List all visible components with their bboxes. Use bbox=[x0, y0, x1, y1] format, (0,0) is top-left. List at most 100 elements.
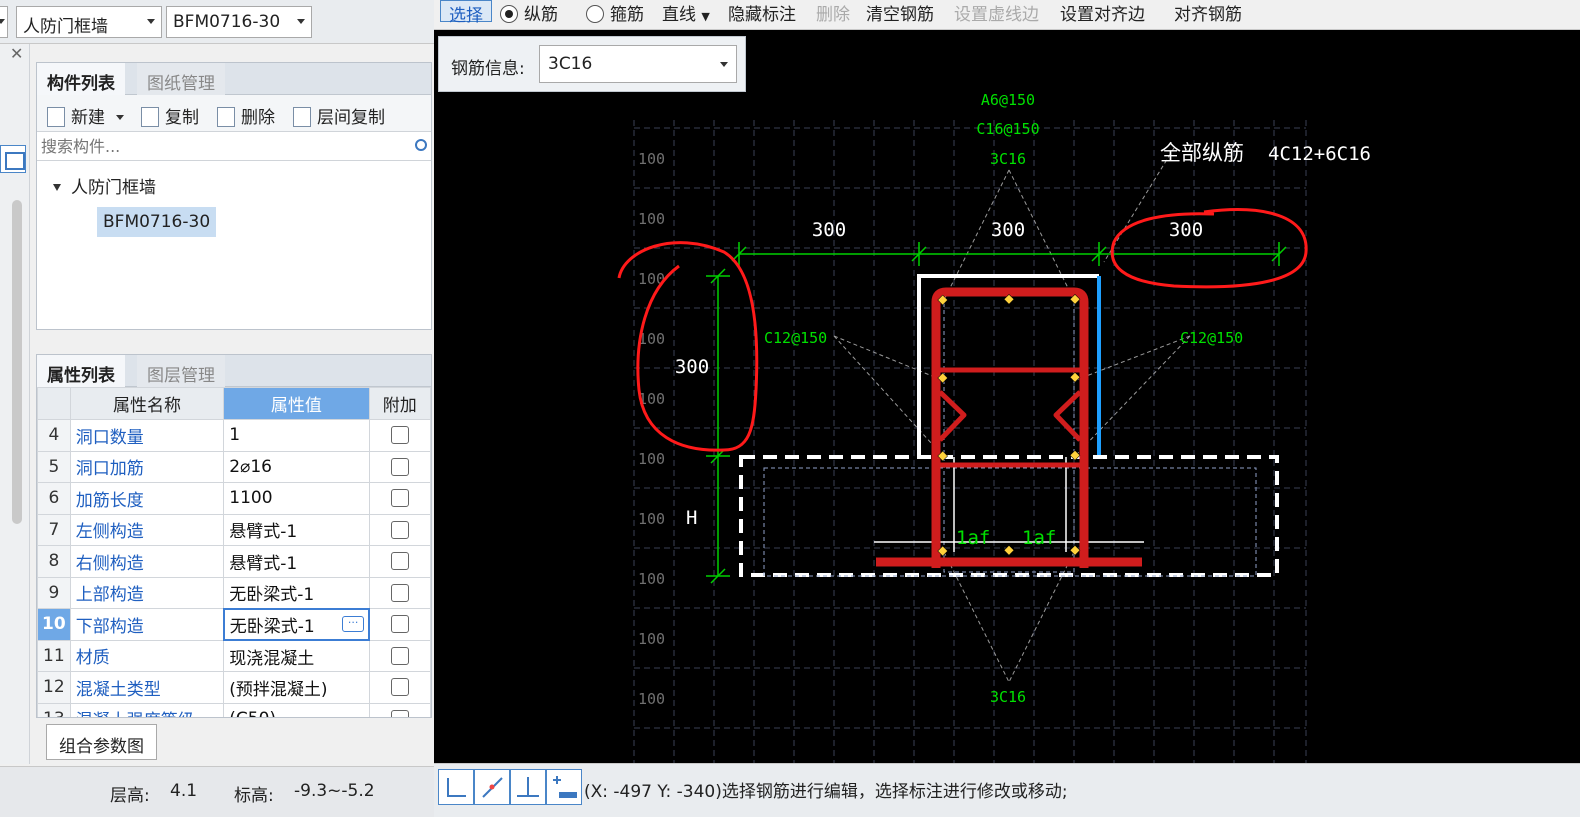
name-combo[interactable]: BFM0716-30 bbox=[166, 6, 312, 38]
expand-triangle-icon[interactable] bbox=[53, 184, 61, 191]
drawing-canvas[interactable]: 100 100 100 100 100 100 100 100 100 100 bbox=[434, 30, 1580, 763]
rebar-info-box: 钢筋信息: 3C16 bbox=[438, 36, 746, 92]
long-rebar-radio[interactable]: 纵筋 bbox=[500, 0, 558, 25]
left-side-rebar-label[interactable]: C12@150 bbox=[764, 329, 827, 347]
h-label[interactable]: H bbox=[686, 507, 697, 529]
tree-node-root[interactable]: 人防门框墙 bbox=[53, 173, 156, 198]
prop-value[interactable]: (预拌混凝土) bbox=[223, 671, 370, 704]
align-rebar-button[interactable]: 对齐钢筋 bbox=[1174, 0, 1242, 25]
elevation-value: -9.3~-5.2 bbox=[294, 781, 375, 801]
row-num: 7 bbox=[37, 513, 71, 546]
prop-name: 洞口加筋 bbox=[69, 450, 225, 483]
search-input[interactable] bbox=[37, 132, 397, 160]
offset-snap-button[interactable] bbox=[546, 769, 582, 805]
attach-checkbox[interactable] bbox=[390, 552, 409, 571]
attach-checkbox[interactable] bbox=[390, 520, 409, 539]
tab-drawing-management[interactable]: 图纸管理 bbox=[137, 63, 225, 95]
attach-checkbox[interactable] bbox=[390, 678, 409, 697]
section-drawing[interactable]: 100 100 100 100 100 100 100 100 100 100 bbox=[434, 30, 1580, 763]
left-panel: 人防门框墙 BFM0716-30 ✕ 构件列表 图纸管理 新建 复制 删除 层间… bbox=[0, 0, 434, 817]
chevron-down-icon bbox=[297, 19, 305, 24]
set-align-edge-button[interactable]: 设置对齐边 bbox=[1060, 0, 1145, 25]
delete-rebar-button[interactable]: 删除 bbox=[816, 0, 850, 25]
type-combo[interactable]: 人防门框墙 bbox=[16, 6, 162, 38]
prop-value[interactable]: 悬臂式-1 bbox=[223, 545, 370, 578]
property-table: 属性名称 属性值 附加 4 洞口数量 1 5 洞口加筋 2⌀16 6 加筋长度 … bbox=[37, 387, 431, 717]
attach-checkbox[interactable] bbox=[390, 583, 409, 602]
attach-checkbox[interactable] bbox=[391, 615, 410, 634]
table-row-selected[interactable]: 10 下部构造 无卧梁式-1 ··· bbox=[37, 607, 431, 641]
top-mid-label[interactable]: C16@150 bbox=[976, 120, 1039, 138]
prop-value[interactable]: 2⌀16 bbox=[223, 450, 370, 483]
orthogonal-snap-button[interactable] bbox=[438, 769, 474, 805]
laf-left-label[interactable]: 1af bbox=[956, 527, 990, 549]
table-row[interactable]: 8 右侧构造 悬臂式-1 bbox=[37, 545, 431, 578]
table-row[interactable]: 9 上部构造 无卧梁式-1 bbox=[37, 576, 431, 609]
select-button[interactable]: 选择 bbox=[440, 0, 492, 26]
table-row[interactable]: 6 加筋长度 1100 bbox=[37, 482, 431, 515]
prop-value[interactable]: 悬臂式-1 bbox=[223, 513, 370, 546]
app-window: 人防门框墙 BFM0716-30 ✕ 构件列表 图纸管理 新建 复制 删除 层间… bbox=[0, 0, 1580, 817]
dim-width-mid[interactable]: 300 bbox=[991, 219, 1025, 241]
right-side-rebar-label[interactable]: C12@150 bbox=[1180, 329, 1243, 347]
category-combo[interactable] bbox=[0, 6, 8, 38]
all-long-rebar-label[interactable]: 全部纵筋 bbox=[1160, 142, 1244, 165]
floor-height-value: 4.1 bbox=[170, 781, 198, 801]
set-dashed-edge-button[interactable]: 设置虚线边 bbox=[954, 0, 1039, 25]
combo-param-diagram-button[interactable]: 组合参数图 bbox=[46, 724, 157, 760]
left-status-bar: 层高: 4.1 标高: -9.3~-5.2 bbox=[0, 766, 434, 817]
new-button[interactable]: 新建 bbox=[47, 103, 125, 128]
dim-width-right[interactable]: 300 bbox=[1169, 219, 1203, 241]
table-row[interactable]: 12 混凝土类型 (预拌混凝土) bbox=[37, 671, 431, 704]
top-rebar-label[interactable]: 3C16 bbox=[990, 150, 1026, 168]
prop-value[interactable]: 无卧梁式-1 bbox=[223, 576, 370, 609]
attach-checkbox[interactable] bbox=[390, 489, 409, 508]
all-long-rebar-value[interactable]: 4C12+6C16 bbox=[1268, 143, 1371, 165]
ellipsis-icon[interactable]: ··· bbox=[342, 615, 365, 632]
perpendicular-snap-button[interactable] bbox=[510, 769, 546, 805]
rebar-info-combo[interactable]: 3C16 bbox=[539, 45, 737, 83]
component-list-panel: 构件列表 图纸管理 新建 复制 删除 层间复制 搜索构件... 人防门框墙 BF… bbox=[36, 62, 432, 330]
delete-button[interactable]: 删除 bbox=[217, 103, 275, 128]
drawing-view-button[interactable] bbox=[0, 145, 26, 173]
rebar-points[interactable] bbox=[937, 293, 1081, 557]
table-row[interactable]: 11 材质 现浇混凝土 bbox=[37, 639, 431, 672]
bottom-rebar-label[interactable]: 3C16 bbox=[990, 688, 1026, 706]
attach-checkbox[interactable] bbox=[390, 709, 409, 717]
tab-component-list[interactable]: 构件列表 bbox=[37, 63, 125, 95]
copy-button[interactable]: 复制 bbox=[141, 103, 199, 128]
dim-width-left[interactable]: 300 bbox=[812, 219, 846, 241]
table-row[interactable]: 4 洞口数量 1 bbox=[37, 419, 431, 452]
close-icon[interactable]: ✕ bbox=[10, 44, 23, 63]
prop-value-editor[interactable]: 无卧梁式-1 ··· bbox=[222, 607, 371, 641]
prop-value[interactable]: 1 bbox=[223, 419, 370, 452]
line-dropdown[interactable]: 直线 ▼ bbox=[662, 0, 710, 25]
floor-copy-button[interactable]: 层间复制 bbox=[293, 103, 385, 128]
grid-label: 100 bbox=[638, 630, 665, 648]
prop-value[interactable]: 现浇混凝土 bbox=[223, 639, 370, 672]
table-row[interactable]: 5 洞口加筋 2⌀16 bbox=[37, 450, 431, 483]
stirrup-radio[interactable]: 箍筋 bbox=[586, 0, 644, 25]
header-attach: 附加 bbox=[368, 387, 431, 420]
tab-property-list[interactable]: 属性列表 bbox=[37, 355, 125, 387]
line-label: 直线 bbox=[662, 5, 696, 25]
new-icon bbox=[47, 107, 65, 127]
clear-rebar-button[interactable]: 清空钢筋 bbox=[866, 0, 934, 25]
search-icon[interactable] bbox=[415, 139, 427, 151]
left-scrollbar[interactable] bbox=[12, 200, 22, 524]
attach-checkbox[interactable] bbox=[390, 426, 409, 445]
stirrup-label[interactable]: A6@150 bbox=[981, 91, 1035, 109]
prop-value[interactable]: 1100 bbox=[223, 482, 370, 515]
table-row[interactable]: 13 混凝土强度等级 (C50) bbox=[37, 702, 431, 717]
laf-right-label[interactable]: 1af bbox=[1022, 527, 1056, 549]
dim-height[interactable]: 300 bbox=[675, 356, 709, 378]
endpoint-snap-button[interactable] bbox=[474, 769, 510, 805]
table-row[interactable]: 7 左侧构造 悬臂式-1 bbox=[37, 513, 431, 546]
attach-checkbox[interactable] bbox=[390, 457, 409, 476]
tab-layer-management[interactable]: 图层管理 bbox=[137, 355, 225, 387]
tree-node-selected[interactable]: BFM0716-30 bbox=[97, 207, 217, 237]
attach-checkbox[interactable] bbox=[390, 646, 409, 665]
hide-annotation-button[interactable]: 隐藏标注 bbox=[728, 0, 796, 25]
prop-value[interactable]: (C50) bbox=[223, 702, 370, 717]
drawing-labels: A6@150 C16@150 3C16 全部纵筋 4C12+6C16 300 3… bbox=[675, 91, 1371, 706]
